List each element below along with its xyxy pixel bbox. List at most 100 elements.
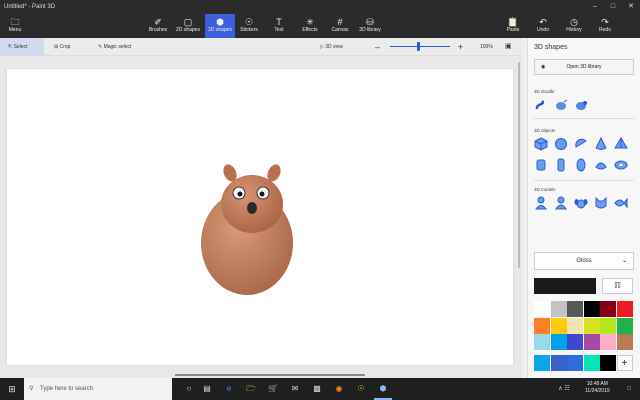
color-swatch[interactable] [567, 301, 583, 317]
color-swatch[interactable] [600, 334, 616, 350]
paint-3d-taskbar-icon[interactable]: ⬢ [374, 378, 392, 400]
color-swatch[interactable] [600, 301, 616, 317]
vertical-scrollbar[interactable] [516, 56, 522, 274]
undo-label: Undo [537, 27, 549, 33]
taskbar-clock[interactable]: 10:48 AM 11/24/2019 [585, 381, 610, 395]
man-model-icon[interactable] [532, 196, 549, 210]
task-view-icon[interactable]: ▤ [198, 378, 216, 400]
taskbar-search-box[interactable]: ⚲ Type here to search [24, 378, 172, 400]
system-tray-icons[interactable]: ∧ ☷ [555, 378, 573, 400]
notifications-icon[interactable]: □ [620, 378, 638, 400]
zoom-slider[interactable] [390, 42, 450, 51]
shapes-panel: 3D shapes ◉ Open 3D library 3D doodle 3D… [527, 38, 640, 378]
color-swatch[interactable] [567, 317, 583, 334]
color-swatch[interactable] [583, 334, 600, 350]
cylinder-shape-icon[interactable] [532, 158, 549, 172]
custom-color-swatch[interactable] [583, 355, 600, 371]
cube-shape-icon[interactable] [532, 137, 549, 151]
select-tool[interactable]: ⇱ Select [0, 38, 44, 56]
magic-select-label: Magic select [103, 44, 132, 50]
dog-model-icon[interactable] [572, 196, 589, 210]
color-swatch[interactable] [616, 317, 633, 334]
zoom-in-icon[interactable]: + [458, 38, 463, 56]
current-color-swatch[interactable] [534, 278, 596, 294]
hemisphere-shape-icon[interactable] [572, 137, 589, 151]
close-icon[interactable]: ✕ [622, 0, 640, 14]
custom-color-swatch[interactable] [567, 355, 583, 371]
mail-icon[interactable]: ✉ [286, 378, 304, 400]
color-swatch[interactable] [550, 301, 567, 317]
color-swatch[interactable] [583, 301, 600, 317]
custom-color-swatch[interactable] [534, 355, 550, 371]
zoom-out-icon[interactable]: – [375, 38, 380, 56]
chevron-down-icon: ⌄ [621, 258, 627, 264]
sharp-doodle-icon[interactable] [532, 98, 549, 112]
donut-shape-icon[interactable] [592, 158, 609, 172]
custom-color-swatch[interactable] [550, 355, 567, 371]
crop-tool[interactable]: ⊞ Crop [54, 38, 86, 56]
clock-time: 10:48 AM [586, 381, 608, 387]
color-swatch[interactable] [534, 317, 550, 334]
store-icon[interactable]: 🛒 [264, 378, 282, 400]
cortana-icon[interactable]: ○ [180, 378, 198, 400]
zoom-slider-thumb[interactable] [417, 42, 420, 51]
tab-3d-shapes[interactable]: ⬢ 3D shapes [205, 14, 235, 38]
soft-doodle-icon[interactable] [552, 98, 569, 112]
tab-2d-shapes[interactable]: ▢ 2D shapes [173, 14, 203, 38]
paste-button[interactable]: 📋 Paste [502, 14, 524, 38]
redo-button[interactable]: ↷ Redo [594, 14, 616, 38]
drawing-canvas[interactable] [6, 68, 514, 366]
eyedropper-icon[interactable]: ℿ [602, 278, 633, 294]
color-swatch[interactable] [567, 334, 583, 350]
tab-text[interactable]: T Text [268, 14, 290, 38]
custom-color-swatch[interactable] [600, 355, 616, 371]
bear-pupil-left [237, 191, 243, 197]
windows-start-icon[interactable]: ⊞ [3, 378, 21, 400]
color-swatch[interactable] [616, 301, 633, 317]
cone-shape-icon[interactable] [592, 137, 609, 151]
maximize-icon[interactable]: □ [604, 0, 622, 14]
fit-screen-icon[interactable]: ▣ [505, 38, 512, 56]
bear-model[interactable] [7, 69, 515, 367]
tab-effects[interactable]: ✳ Effects [298, 14, 322, 38]
color-swatch[interactable] [583, 317, 600, 334]
color-swatch[interactable] [616, 334, 633, 350]
tab-stickers[interactable]: ☉ Stickers [237, 14, 261, 38]
add-color-icon[interactable]: + [616, 355, 633, 371]
woman-model-icon[interactable] [552, 196, 569, 210]
edge-icon[interactable]: e [220, 378, 238, 400]
capsule-shape-icon[interactable] [572, 158, 589, 172]
color-swatch[interactable] [534, 334, 550, 350]
folder-icon: 🗀 [10, 17, 20, 27]
cat-model-icon[interactable] [592, 196, 609, 210]
magic-select-tool[interactable]: ✎ Magic select [98, 38, 146, 56]
pyramid-shape-icon[interactable] [612, 137, 629, 151]
color-swatch[interactable] [550, 334, 567, 350]
3d-view-toggle[interactable]: ▷ 3D view [320, 38, 356, 56]
tube-shape-icon[interactable] [552, 158, 569, 172]
material-dropdown[interactable]: Gloss ⌄ [534, 252, 634, 270]
firefox-icon[interactable]: ◉ [330, 378, 348, 400]
tab-label: 2D shapes [176, 27, 200, 33]
file-explorer-icon[interactable]: 🗁 [242, 378, 260, 400]
horizontal-scroll-thumb[interactable] [175, 374, 365, 376]
color-swatch[interactable] [600, 317, 616, 334]
history-button[interactable]: ◷ History [562, 14, 586, 38]
torus-shape-icon[interactable] [612, 158, 629, 172]
tab-3d-library[interactable]: ⛁ 3D library [356, 14, 384, 38]
color-swatch[interactable] [534, 301, 550, 317]
tab-brushes[interactable]: ✐ Brushes [146, 14, 170, 38]
open-3d-library-button[interactable]: ◉ Open 3D library [534, 59, 634, 75]
vertical-scroll-thumb[interactable] [518, 62, 520, 268]
undo-button[interactable]: ↶ Undo [532, 14, 554, 38]
undo-icon: ↶ [539, 17, 547, 27]
tube-doodle-icon[interactable] [572, 98, 589, 112]
menu-button[interactable]: 🗀 Menu [2, 14, 28, 38]
chrome-icon[interactable]: ☉ [352, 378, 370, 400]
color-swatch[interactable] [550, 317, 567, 334]
sphere-shape-icon[interactable] [552, 137, 569, 151]
terminal-icon[interactable]: ▩ [308, 378, 326, 400]
minimize-icon[interactable]: – [586, 0, 604, 14]
fish-model-icon[interactable] [612, 196, 629, 210]
tab-canvas[interactable]: # Canvas [328, 14, 352, 38]
